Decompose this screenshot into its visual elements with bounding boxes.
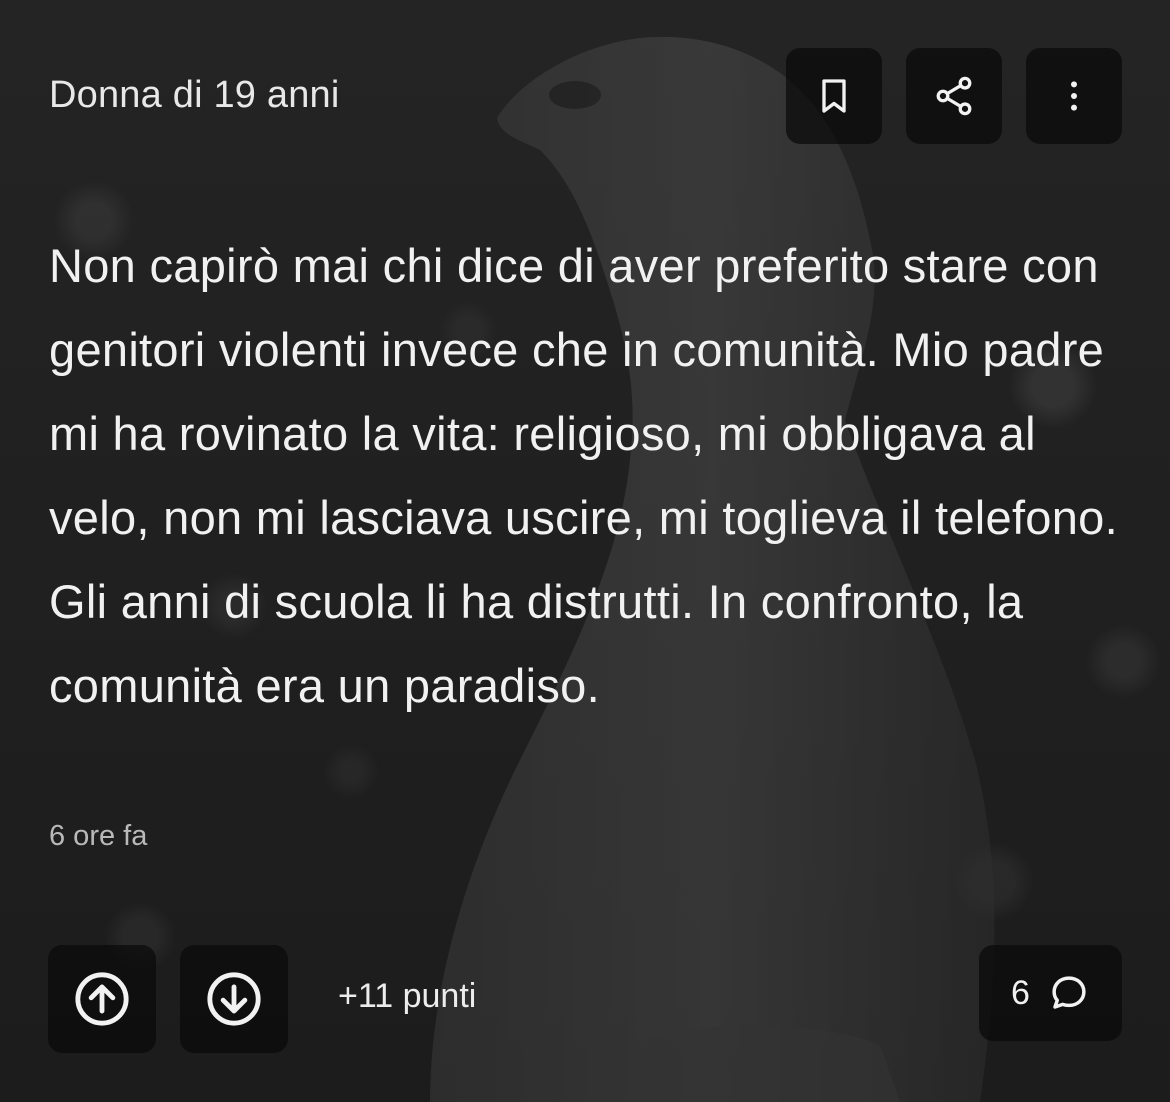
post-body: Non capirò mai chi dice di aver preferit… [49, 239, 1118, 712]
share-icon [936, 76, 972, 116]
arrow-up-circle-icon [75, 972, 129, 1026]
author-label: Donna di 19 anni [49, 74, 340, 116]
points-label: +11 punti [338, 977, 477, 1015]
arrow-down-circle-icon [207, 972, 261, 1026]
bookmark-icon [822, 79, 846, 113]
more-vertical-icon [1071, 81, 1077, 111]
bookmark-button[interactable] [786, 48, 882, 144]
comments-button[interactable]: 6 [979, 945, 1122, 1041]
comments-count: 6 [1011, 973, 1030, 1012]
more-options-button[interactable] [1026, 48, 1122, 144]
downvote-button[interactable] [180, 945, 288, 1053]
share-button[interactable] [906, 48, 1002, 144]
upvote-button[interactable] [48, 945, 156, 1053]
post-timestamp: 6 ore fa [49, 820, 148, 852]
comment-bubble-icon [1052, 976, 1086, 1009]
post-card: Donna di 19 anni Non capirò mai chi dice… [0, 0, 1170, 1102]
